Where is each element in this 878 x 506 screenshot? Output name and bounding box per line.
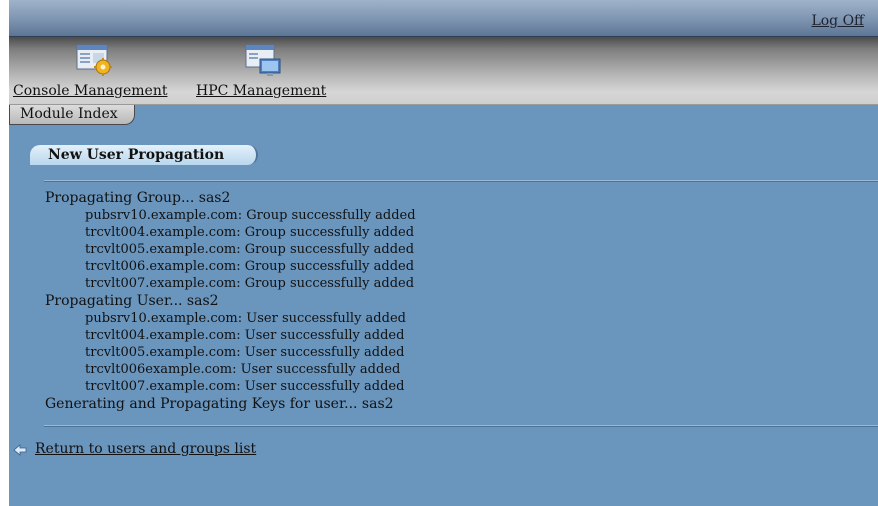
group-result: pubsrv10.example.com: Group successfully…: [85, 208, 416, 223]
group-result: trcvlt004.example.com: Group successfull…: [85, 225, 415, 240]
return-link[interactable]: Return to users and groups list: [13, 441, 256, 457]
group-result: trcvlt005.example.com: Group successfull…: [85, 242, 415, 257]
nav-hpc-management-label[interactable]: HPC Management: [196, 83, 326, 99]
user-result: trcvlt007.example.com: User successfully…: [85, 379, 405, 394]
user-heading: Propagating User... sas2: [45, 293, 219, 309]
user-result: trcvlt006example.com: User successfully …: [85, 362, 401, 377]
app-frame: Log Off Console Management HPC Managemen…: [9, 0, 878, 506]
console-management-icon: [76, 44, 112, 76]
propagation-log: Propagating Group... sas2 pubsrv10.examp…: [45, 189, 416, 413]
divider-bottom: [44, 425, 878, 427]
user-result: pubsrv10.example.com: User successfully …: [85, 311, 406, 326]
return-link-label[interactable]: Return to users and groups list: [35, 441, 256, 457]
hpc-management-icon: [245, 44, 281, 76]
top-bar: Log Off: [9, 0, 878, 37]
nav-console-management-label[interactable]: Console Management: [13, 83, 167, 99]
divider-top: [44, 180, 878, 182]
module-nav-bar: Console Management HPC Management: [9, 37, 878, 104]
logoff-link[interactable]: Log Off: [811, 13, 864, 29]
section-title: New User Propagation: [30, 145, 258, 165]
user-result: trcvlt004.example.com: User successfully…: [85, 328, 405, 343]
back-arrow-icon: [13, 444, 27, 456]
tab-module-index[interactable]: Module Index: [9, 105, 135, 125]
module-tab-bar: Module Index: [9, 104, 878, 127]
keys-heading: Generating and Propagating Keys for user…: [45, 396, 394, 412]
user-result: trcvlt005.example.com: User successfully…: [85, 345, 405, 360]
group-result: trcvlt007.example.com: Group successfull…: [85, 276, 415, 291]
group-heading: Propagating Group... sas2: [45, 190, 231, 206]
group-result: trcvlt006.example.com: Group successfull…: [85, 259, 415, 274]
